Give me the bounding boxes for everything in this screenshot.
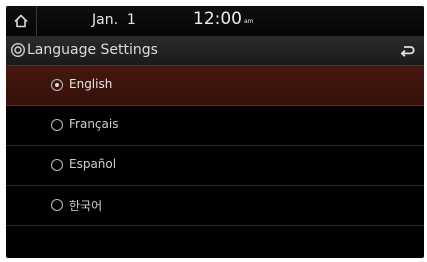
language-label: 한국어	[69, 199, 103, 213]
radio-unselected-icon	[51, 119, 63, 131]
back-button[interactable]	[390, 36, 424, 65]
page-title: Language Settings	[27, 42, 158, 58]
back-arrow-icon	[400, 45, 415, 57]
status-bar: Jan. 1 12:00 am	[6, 6, 424, 36]
settings-icon	[10, 42, 26, 58]
head-unit-screen: Jan. 1 12:00 am Language Settings English…	[6, 6, 424, 258]
radio-selected-icon	[51, 79, 63, 91]
time-display: 12:00	[193, 9, 242, 29]
language-option-english[interactable]: English	[6, 66, 424, 106]
language-option-francais[interactable]: Français	[6, 106, 424, 146]
language-option-espanol[interactable]: Español	[6, 146, 424, 186]
date-display: Jan. 1	[92, 12, 136, 28]
title-bar: Language Settings	[6, 36, 424, 66]
language-option-korean[interactable]: 한국어	[6, 186, 424, 226]
clock: 12:00 am	[193, 9, 254, 29]
home-button[interactable]	[6, 6, 37, 36]
language-label: Français	[69, 117, 119, 131]
radio-unselected-icon	[51, 159, 63, 171]
ampm-indicator: am	[244, 18, 254, 25]
language-label: English	[69, 77, 113, 91]
home-icon	[14, 14, 28, 28]
language-label: Español	[69, 157, 117, 171]
language-list: English Français Español 한국어	[6, 66, 424, 226]
radio-unselected-icon	[51, 199, 63, 211]
